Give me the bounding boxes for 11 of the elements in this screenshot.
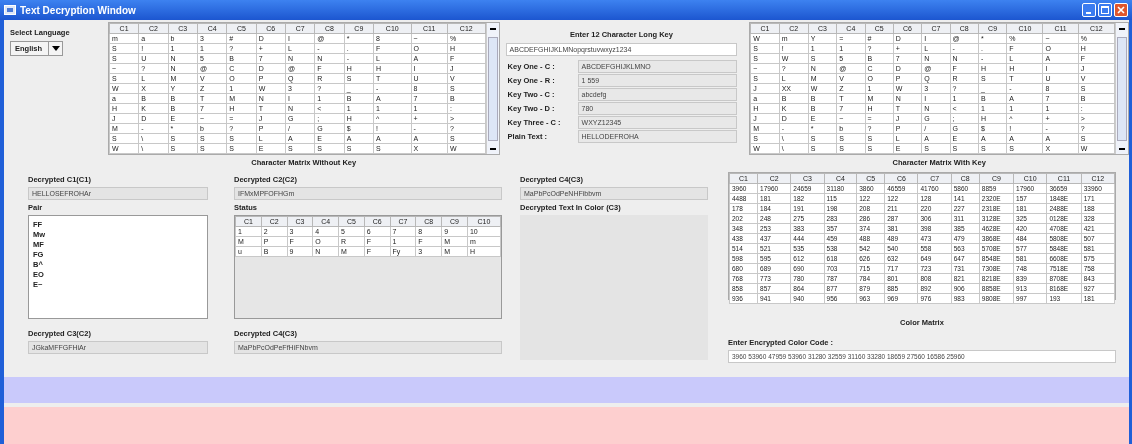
scroll-thumb[interactable] <box>1117 36 1127 141</box>
maximize-icon <box>1101 6 1109 14</box>
window-title: Text Decryption Window <box>20 4 136 16</box>
dropdown-arrow-icon <box>51 46 60 51</box>
scroll-thumb[interactable] <box>487 36 498 141</box>
scrollbar[interactable] <box>1115 23 1128 154</box>
close-icon <box>1117 6 1125 14</box>
minimize-button[interactable] <box>1082 3 1096 17</box>
maximize-button[interactable] <box>1098 3 1112 17</box>
close-button[interactable] <box>1114 3 1128 17</box>
app-icon <box>4 5 16 15</box>
